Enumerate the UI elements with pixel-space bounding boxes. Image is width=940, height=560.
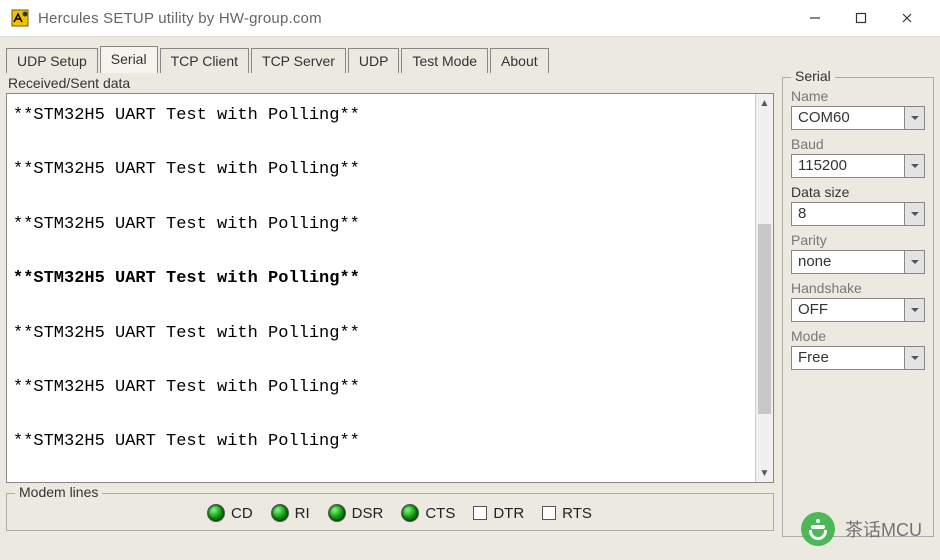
scroll-thumb[interactable] (758, 224, 771, 414)
terminal-line (13, 292, 749, 319)
tab-udp[interactable]: UDP (348, 48, 400, 73)
chevron-down-icon[interactable] (904, 107, 924, 129)
combo-value: none (792, 251, 904, 273)
terminal-panel: **STM32H5 UART Test with Polling** **STM… (6, 93, 774, 483)
led-label: CTS (425, 505, 455, 522)
serial-label-baud: Baud (791, 136, 925, 152)
combo-value: OFF (792, 299, 904, 321)
scroll-down-button[interactable]: ▼ (756, 464, 773, 482)
minimize-button[interactable] (792, 0, 838, 36)
modem-led-ri: RI (271, 504, 310, 522)
checkbox-label: RTS (562, 505, 592, 522)
serial-combo-handshake[interactable]: OFF (791, 298, 925, 322)
combo-value: 8 (792, 203, 904, 225)
tab-tcp-client[interactable]: TCP Client (160, 48, 249, 73)
led-icon (207, 504, 225, 522)
serial-combo-mode[interactable]: Free (791, 346, 925, 370)
modem-lines-legend: Modem lines (15, 484, 102, 500)
received-sent-label: Received/Sent data (8, 75, 774, 91)
modem-led-dsr: DSR (328, 504, 384, 522)
scroll-up-button[interactable]: ▲ (756, 94, 773, 112)
terminal-line (13, 401, 749, 428)
maximize-button[interactable] (838, 0, 884, 36)
serial-label-data-size: Data size (791, 184, 925, 200)
tab-tcp-server[interactable]: TCP Server (251, 48, 346, 73)
led-label: DSR (352, 505, 384, 522)
led-icon (401, 504, 419, 522)
tab-about[interactable]: About (490, 48, 549, 73)
chevron-down-icon[interactable] (904, 155, 924, 177)
serial-legend: Serial (791, 68, 835, 84)
app-icon (10, 8, 30, 28)
serial-combo-data-size[interactable]: 8 (791, 202, 925, 226)
serial-label-name: Name (791, 88, 925, 104)
terminal-line: **STM32H5 UART Test with Polling** (13, 156, 749, 183)
terminal-line (13, 238, 749, 265)
terminal-line: **STM32H5 UART Test with Polling** (13, 320, 749, 347)
serial-combo-name[interactable]: COM60 (791, 106, 925, 130)
watermark-text: 茶话MCU (845, 516, 922, 542)
watermark: 茶话MCU (801, 512, 922, 546)
led-label: CD (231, 505, 253, 522)
modem-lines-group: Modem lines CDRIDSRCTSDTRRTS (6, 493, 774, 531)
checkbox-icon[interactable] (542, 506, 556, 520)
checkbox-label: DTR (493, 505, 524, 522)
serial-label-handshake: Handshake (791, 280, 925, 296)
tab-udp-setup[interactable]: UDP Setup (6, 48, 98, 73)
terminal-line (13, 184, 749, 211)
led-label: RI (295, 505, 310, 522)
checkbox-icon[interactable] (473, 506, 487, 520)
terminal-output: **STM32H5 UART Test with Polling** **STM… (7, 94, 755, 482)
chevron-down-icon[interactable] (904, 203, 924, 225)
led-icon (328, 504, 346, 522)
terminal-line: **STM32H5 UART Test with Polling** (13, 265, 749, 292)
terminal-line: **STM32H5 UART Test with Polling** (13, 374, 749, 401)
modem-check-rts[interactable]: RTS (542, 505, 592, 522)
chevron-down-icon[interactable] (904, 299, 924, 321)
serial-label-parity: Parity (791, 232, 925, 248)
combo-value: Free (792, 347, 904, 369)
terminal-line (13, 129, 749, 156)
chevron-down-icon[interactable] (904, 251, 924, 273)
title-bar: Hercules SETUP utility by HW-group.com (0, 0, 940, 36)
tab-test-mode[interactable]: Test Mode (401, 48, 488, 73)
terminal-scrollbar[interactable]: ▲ ▼ (755, 94, 773, 482)
wechat-icon (801, 512, 835, 546)
serial-label-mode: Mode (791, 328, 925, 344)
serial-group: Serial NameCOM60Baud115200Data size8Pari… (782, 77, 934, 537)
tab-serial[interactable]: Serial (100, 46, 158, 73)
window-title: Hercules SETUP utility by HW-group.com (38, 10, 792, 27)
modem-led-cts: CTS (401, 504, 455, 522)
serial-combo-parity[interactable]: none (791, 250, 925, 274)
terminal-line: **STM32H5 UART Test with Polling** (13, 211, 749, 238)
modem-check-dtr[interactable]: DTR (473, 505, 524, 522)
terminal-line: **STM32H5 UART Test with Polling** (13, 428, 749, 455)
serial-combo-baud[interactable]: 115200 (791, 154, 925, 178)
terminal-line: **STM32H5 UART Test with Polling** (13, 102, 749, 129)
led-icon (271, 504, 289, 522)
chevron-down-icon[interactable] (904, 347, 924, 369)
combo-value: 115200 (792, 155, 904, 177)
modem-led-cd: CD (207, 504, 253, 522)
terminal-line (13, 347, 749, 374)
combo-value: COM60 (792, 107, 904, 129)
close-button[interactable] (884, 0, 930, 36)
